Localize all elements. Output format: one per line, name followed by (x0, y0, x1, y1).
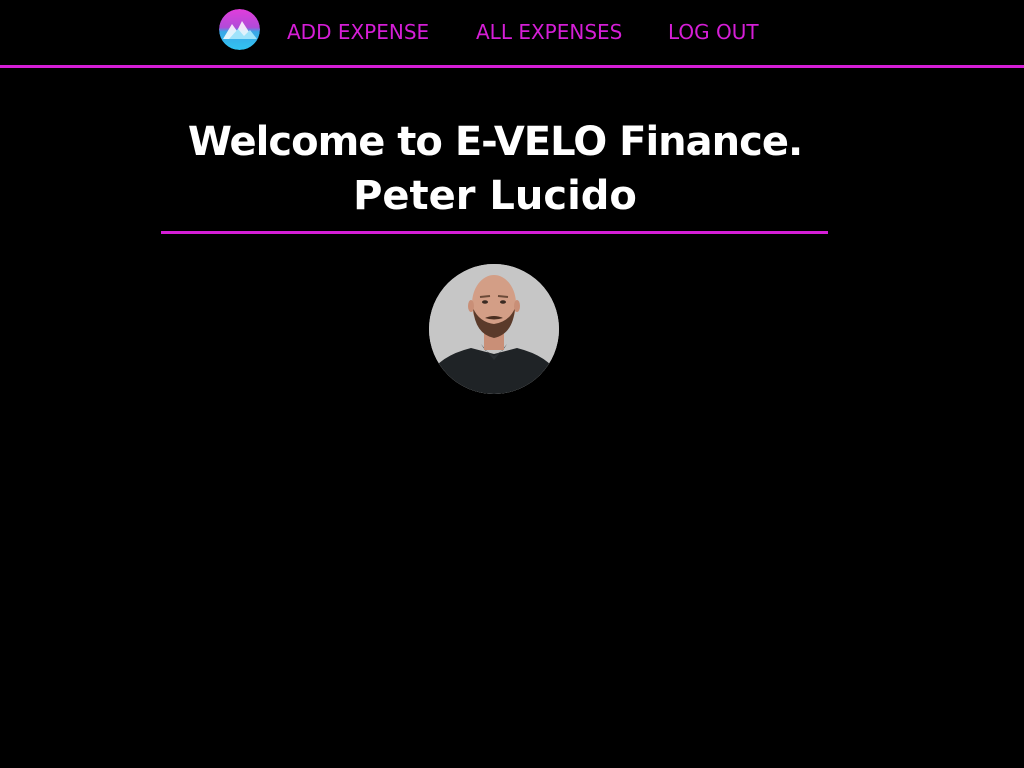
welcome-title: Welcome to E-VELO Finance. (187, 119, 803, 165)
mountain-logo-icon[interactable] (219, 9, 260, 50)
user-name: Peter Lucido (353, 173, 637, 219)
heading-divider (161, 231, 828, 234)
nav-all-expenses-link[interactable]: ALL EXPENSES (476, 19, 641, 45)
top-navbar: ADD EXPENSE ALL EXPENSES LOG OUT (0, 0, 1024, 68)
welcome-heading: Welcome to E-VELO Finance. Peter Lucido (120, 115, 870, 223)
nav-add-expense-link[interactable]: ADD EXPENSE (287, 19, 449, 45)
nav-log-out-link[interactable]: LOG OUT (668, 19, 769, 45)
user-avatar (429, 264, 559, 394)
